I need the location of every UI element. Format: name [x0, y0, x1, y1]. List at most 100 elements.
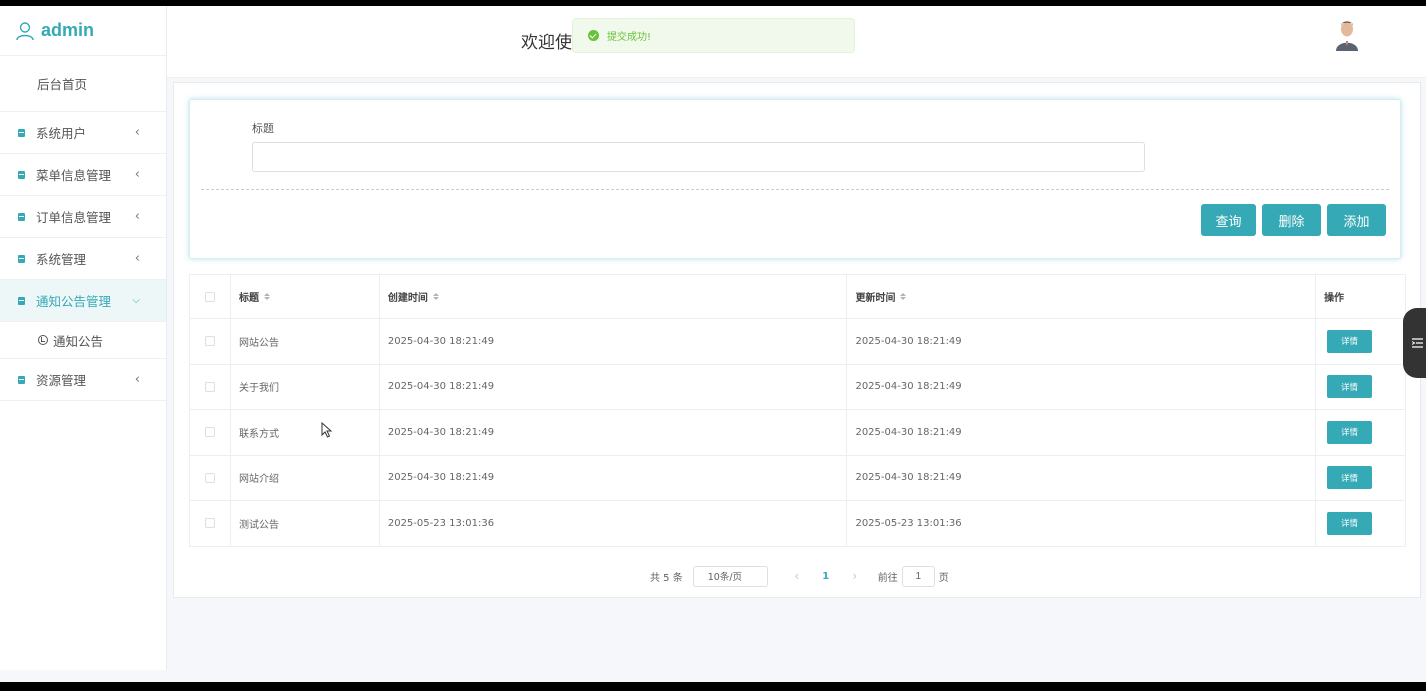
main-panel: 标题 查询 删除 添加 标题 创建时间 更新时间 操作 网站公告 2025-04… — [173, 82, 1421, 598]
row-select-cell — [190, 455, 231, 500]
row-checkbox[interactable] — [204, 472, 215, 483]
brand: admin — [0, 6, 166, 56]
title-label: 标题 — [252, 122, 274, 135]
user-icon — [16, 21, 34, 40]
sidebar-subitem-label: 通知公告 — [53, 333, 104, 349]
column-header-actions: 操作 — [1316, 275, 1406, 318]
column-header-label: 操作 — [1324, 293, 1345, 304]
notice-table: 标题 创建时间 更新时间 操作 网站公告 2025-04-30 18:21:49… — [189, 274, 1406, 547]
chevron-left-icon: ‹ — [134, 251, 140, 266]
cell-actions: 详情 — [1316, 364, 1406, 409]
sidebar-item-label: 系统管理 — [36, 252, 87, 267]
sort-icon[interactable] — [432, 293, 439, 300]
cell-created: 2025-04-30 18:21:49 — [380, 319, 848, 364]
detail-button[interactable]: 详情 — [1327, 375, 1373, 399]
select-all-cell — [190, 275, 231, 318]
welcome-text: 欢迎使 — [521, 33, 572, 53]
sidebar-item-label: 通知公告管理 — [36, 294, 112, 309]
document-icon — [18, 375, 25, 384]
cell-title: 测试公告 — [231, 501, 380, 546]
sidebar: admin 后台首页 系统用户 ‹ 菜单信息管理 ‹ 订单信息管理 ‹ 系统管理… — [0, 6, 167, 670]
document-icon — [18, 212, 25, 221]
cell-title: 联系方式 — [231, 410, 380, 455]
sidebar-item-system-management[interactable]: 系统管理 ‹ — [0, 238, 166, 280]
page-number-current[interactable]: 1 — [810, 571, 842, 582]
table-row: 网站公告 2025-04-30 18:21:49 2025-04-30 18:2… — [190, 319, 1406, 365]
sidebar-item-label: 资源管理 — [36, 373, 87, 388]
cell-actions: 详情 — [1316, 455, 1406, 500]
row-checkbox[interactable] — [204, 518, 215, 529]
table-row: 关于我们 2025-04-30 18:21:49 2025-04-30 18:2… — [190, 364, 1406, 410]
toast-message: 提交成功! — [607, 32, 652, 43]
column-header-created[interactable]: 创建时间 — [380, 275, 848, 318]
cell-updated: 2025-04-30 18:21:49 — [847, 319, 1317, 364]
row-checkbox[interactable] — [204, 336, 215, 347]
query-button[interactable]: 查询 — [1201, 204, 1256, 236]
app-root: admin 后台首页 系统用户 ‹ 菜单信息管理 ‹ 订单信息管理 ‹ 系统管理… — [0, 6, 1426, 682]
cell-actions: 详情 — [1316, 501, 1406, 546]
sidebar-item-label: 订单信息管理 — [36, 210, 112, 225]
pagination-total: 共 5 条 — [650, 572, 683, 584]
detail-button[interactable]: 详情 — [1327, 420, 1373, 444]
row-select-cell — [190, 319, 231, 364]
sidebar-item-home[interactable]: 后台首页 — [0, 56, 166, 112]
prev-page-button[interactable]: ‹ — [784, 569, 810, 583]
cell-created: 2025-05-23 13:01:36 — [380, 501, 848, 546]
sidebar-item-resource-management[interactable]: 资源管理 ‹ — [0, 359, 166, 401]
goto-page-input[interactable] — [901, 565, 935, 587]
sort-icon[interactable] — [263, 293, 270, 300]
column-header-label: 标题 — [238, 293, 259, 304]
avatar[interactable] — [1335, 19, 1359, 51]
next-page-button[interactable]: › — [842, 569, 868, 583]
row-checkbox[interactable] — [204, 381, 215, 392]
cell-updated: 2025-04-30 18:21:49 — [847, 410, 1317, 455]
cell-actions: 详情 — [1316, 319, 1406, 364]
add-button[interactable]: 添加 — [1327, 204, 1386, 236]
sidebar-item-label: 菜单信息管理 — [36, 168, 112, 183]
success-toast: 提交成功! — [572, 18, 855, 53]
detail-button[interactable]: 详情 — [1327, 329, 1373, 353]
column-header-label: 更新时间 — [855, 293, 896, 304]
chevron-left-icon: ‹ — [134, 372, 140, 387]
table-row: 联系方式 2025-04-30 18:21:49 2025-04-30 18:2… — [190, 410, 1406, 456]
row-select-cell — [190, 364, 231, 409]
sort-icon[interactable] — [900, 293, 907, 300]
row-select-cell — [190, 410, 231, 455]
table-row: 测试公告 2025-05-23 13:01:36 2025-05-23 13:0… — [190, 501, 1406, 547]
sidebar-subitem-notice[interactable]: 通知公告 — [0, 322, 166, 359]
document-icon — [18, 128, 25, 137]
select-all-checkbox[interactable] — [204, 291, 215, 302]
sidebar-item-menu-info[interactable]: 菜单信息管理 ‹ — [0, 154, 166, 196]
column-header-title[interactable]: 标题 — [231, 275, 380, 318]
clock-icon — [38, 335, 48, 345]
mouse-cursor-icon — [321, 422, 333, 438]
chevron-down-icon: ⌵ — [132, 295, 140, 306]
sidebar-item-system-users[interactable]: 系统用户 ‹ — [0, 112, 166, 154]
detail-button[interactable]: 详情 — [1327, 511, 1373, 535]
goto-prefix: 前往 — [877, 572, 898, 584]
cell-title: 网站介绍 — [231, 455, 380, 500]
cell-title: 网站公告 — [231, 319, 380, 364]
cell-created: 2025-04-30 18:21:49 — [380, 455, 848, 500]
cell-created: 2025-04-30 18:21:49 — [380, 410, 848, 455]
row-checkbox[interactable] — [204, 427, 215, 438]
column-header-label: 创建时间 — [387, 293, 428, 304]
sidebar-item-notice-management[interactable]: 通知公告管理 ⌵ — [0, 280, 166, 322]
detail-button[interactable]: 详情 — [1327, 466, 1373, 490]
search-form: 标题 查询 删除 添加 — [189, 99, 1401, 259]
delete-button[interactable]: 删除 — [1262, 204, 1321, 236]
cell-updated: 2025-04-30 18:21:49 — [847, 364, 1317, 409]
row-select-cell — [190, 501, 231, 546]
sidebar-item-order-info[interactable]: 订单信息管理 ‹ — [0, 196, 166, 238]
column-header-updated[interactable]: 更新时间 — [847, 275, 1317, 318]
goto-suffix: 页 — [938, 572, 949, 584]
form-divider — [201, 189, 1389, 190]
cell-updated: 2025-04-30 18:21:49 — [847, 455, 1317, 500]
page-size-select[interactable]: 10条/页 — [692, 565, 768, 587]
side-toggle-tab[interactable] — [1403, 308, 1426, 378]
pagination: 共 5 条 10条/页 ‹ 1 › 前往 页 — [650, 565, 949, 587]
chevron-left-icon: ‹ — [134, 167, 140, 182]
document-icon — [18, 296, 25, 305]
title-input[interactable] — [252, 142, 1145, 172]
success-icon — [588, 30, 599, 41]
